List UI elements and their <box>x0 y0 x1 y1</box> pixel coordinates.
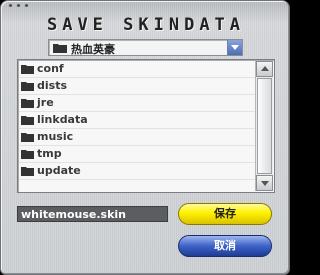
folder-icon <box>21 150 34 159</box>
file-list-item-label: music <box>37 130 74 143</box>
file-list-item[interactable]: linkdata <box>19 112 255 129</box>
folder-icon <box>21 133 34 142</box>
current-directory-label: 热血英豪 <box>71 43 115 56</box>
folder-icon <box>21 82 34 91</box>
scroll-thumb[interactable] <box>257 78 272 174</box>
arrow-up-icon <box>261 66 269 71</box>
folder-icon <box>21 167 34 176</box>
folder-icon <box>21 116 34 125</box>
save-skindata-dialog: SAVE SKINDATA 热血英豪 conf dists jre linkdata m… <box>0 0 290 275</box>
file-list: conf dists jre linkdata music tmp update <box>17 59 275 193</box>
scroll-up-button[interactable] <box>256 61 273 77</box>
file-list-item[interactable]: tmp <box>19 146 255 163</box>
folder-icon <box>53 44 67 53</box>
chevron-down-icon <box>231 45 239 50</box>
file-list-item-label: tmp <box>37 147 62 160</box>
file-list-item-label: dists <box>37 79 67 92</box>
file-list-item-label: conf <box>37 62 64 75</box>
filename-field[interactable]: whitemouse.skin <box>17 206 168 222</box>
file-list-item[interactable]: dists <box>19 78 255 95</box>
window-dot-3[interactable] <box>25 4 28 7</box>
window-controls <box>9 4 28 7</box>
cancel-button[interactable]: 取消 <box>178 235 272 257</box>
directory-dropdown[interactable]: 热血英豪 <box>48 39 243 56</box>
file-list-item[interactable]: conf <box>19 61 255 78</box>
file-list-item-label: linkdata <box>37 113 88 126</box>
file-list-item[interactable]: music <box>19 129 255 146</box>
save-button[interactable]: 保存 <box>178 203 272 225</box>
file-list-item-label: jre <box>37 96 54 109</box>
file-list-item[interactable]: jre <box>19 95 255 112</box>
file-list-item[interactable]: update <box>19 163 255 180</box>
scroll-down-button[interactable] <box>256 175 273 191</box>
vertical-scrollbar[interactable] <box>255 61 273 191</box>
file-list-rows: conf dists jre linkdata music tmp update <box>19 61 255 180</box>
folder-icon <box>21 65 34 74</box>
window-dot-2[interactable] <box>17 4 20 7</box>
folder-icon <box>21 99 34 108</box>
dropdown-button[interactable] <box>227 40 242 55</box>
dialog-title: SAVE SKINDATA <box>46 15 246 35</box>
arrow-down-icon <box>261 181 269 186</box>
window-dot-1[interactable] <box>9 4 12 7</box>
file-list-item-label: update <box>37 164 81 177</box>
